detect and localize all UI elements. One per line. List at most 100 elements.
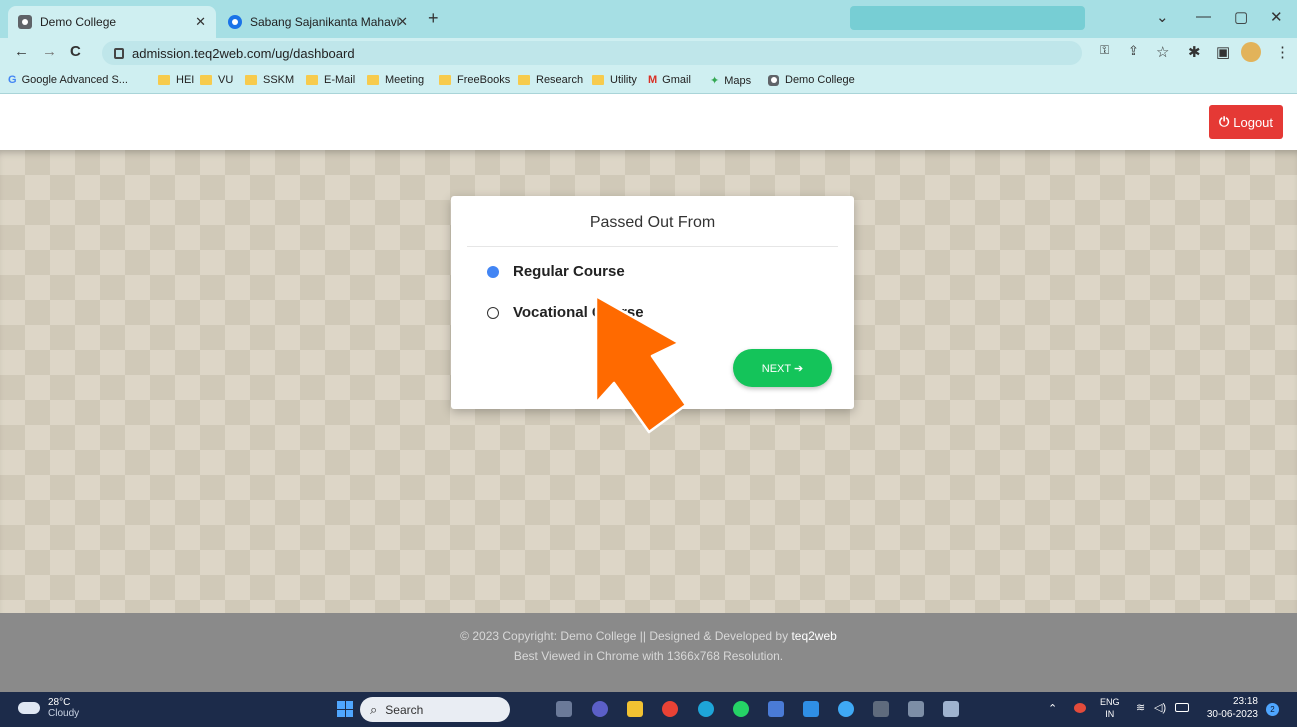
option-label: Regular Course [513, 263, 625, 280]
battery-icon[interactable] [1175, 703, 1189, 712]
bookmark-research[interactable]: Research [518, 74, 583, 86]
tab-title: Demo College [40, 15, 117, 29]
divider [467, 246, 838, 247]
reload-icon[interactable]: C [70, 43, 81, 60]
share-icon[interactable]: ⇪ [1128, 43, 1139, 59]
tray-chevron-icon[interactable]: ⌃ [1048, 702, 1057, 715]
volume-icon[interactable]: ◁) [1154, 701, 1166, 714]
folder-icon [439, 75, 451, 85]
page-header [0, 95, 1297, 150]
radio-selected[interactable] [487, 265, 499, 278]
calculator-icon[interactable] [873, 701, 889, 717]
photos-icon[interactable] [908, 701, 924, 717]
option-label: Vocational Course [513, 304, 644, 321]
tab-close-icon[interactable]: ✕ [195, 14, 206, 30]
chrome-icon[interactable] [662, 701, 678, 717]
option-regular-course[interactable]: Regular Course [487, 263, 625, 280]
notepad-icon[interactable] [943, 701, 959, 717]
new-tab-button[interactable]: + [428, 8, 439, 29]
weather-temp: 28°C [48, 697, 71, 708]
passed-out-from-card: Passed Out From Regular Course Vocationa… [451, 196, 854, 409]
forward-icon[interactable]: → [42, 43, 57, 60]
store-icon[interactable] [768, 701, 784, 717]
option-vocational-course[interactable]: Vocational Course [487, 304, 644, 321]
page-footer: © 2023 Copyright: Demo College || Design… [0, 613, 1297, 692]
site-favicon-icon [18, 15, 32, 29]
url-text: admission.teq2web.com/ug/dashboard [132, 45, 355, 61]
tab-title: Sabang Sajanikanta Mahavidyala [250, 15, 400, 29]
weather-widget[interactable]: 28°C Cloudy [18, 697, 79, 719]
bookmark-google[interactable]: G Google Advanced S... [8, 74, 128, 86]
site-favicon-icon [768, 74, 779, 86]
extensions-icon[interactable]: ✱ [1188, 43, 1201, 61]
logout-label: Logout [1233, 114, 1274, 130]
star-icon[interactable]: ☆ [1156, 43, 1169, 61]
meet-icon[interactable] [592, 701, 608, 717]
card-title: Passed Out From [589, 214, 716, 231]
toolbar-overlay [850, 6, 1085, 30]
next-button[interactable]: NEXT ➔ [733, 349, 832, 387]
browser-tab-strip: Demo College ✕ Sabang Sajanikanta Mahavi… [0, 0, 1297, 38]
minimize-icon[interactable]: — [1196, 8, 1211, 25]
windows-start-icon[interactable] [337, 701, 353, 717]
bookmark-demo-college[interactable]: Demo College [768, 74, 855, 86]
folder-icon [245, 75, 257, 85]
chrome-profile-icon[interactable] [838, 701, 854, 717]
notification-badge[interactable]: 2 [1266, 703, 1279, 716]
bookmark-vu[interactable]: VU [200, 74, 233, 86]
resolution-note: Best Viewed in Chrome with 1366x768 Reso… [513, 649, 784, 663]
app-icon[interactable] [803, 701, 819, 717]
bookmark-freebooks[interactable]: FreeBooks [439, 74, 510, 86]
url-bar[interactable]: admission.teq2web.com/ug/dashboard [102, 41, 1082, 65]
radio-unselected[interactable] [487, 306, 499, 319]
tab-search-icon[interactable]: ⌄ [1156, 8, 1169, 26]
folder-icon [306, 75, 318, 85]
key-icon[interactable]: ⚿ [1100, 43, 1109, 58]
bookmark-maps[interactable]: ✦ Maps [710, 74, 751, 88]
maps-icon: ✦ [710, 75, 720, 87]
close-window-icon[interactable]: ✕ [1270, 8, 1283, 26]
tab-sabang[interactable]: Sabang Sajanikanta Mahavidyala ✕ [218, 6, 418, 38]
gmail-icon: M [648, 74, 658, 86]
wifi-icon[interactable]: ≋ [1136, 701, 1145, 714]
folder-icon [592, 75, 604, 85]
maximize-icon[interactable]: ▢ [1234, 8, 1248, 26]
power-icon: ⏻ [1218, 114, 1230, 129]
menu-icon[interactable]: ⋮ [1275, 43, 1290, 61]
folder-icon [367, 75, 379, 85]
site-favicon-icon [228, 15, 242, 29]
copyright-line: © 2023 Copyright: Demo College || Design… [460, 629, 837, 643]
windows-taskbar: 28°C Cloudy ⌕ Search ⌃ ENG IN ≋ ◁) 23:18… [0, 692, 1297, 727]
side-panel-icon[interactable]: ▣ [1216, 43, 1230, 61]
edge-icon[interactable] [698, 701, 714, 717]
task-view-icon[interactable] [556, 701, 572, 717]
bookmark-sskm[interactable]: SSKM [245, 74, 294, 86]
whatsapp-icon[interactable] [733, 701, 749, 717]
bookmark-email[interactable]: E-Mail [306, 74, 355, 86]
avatar[interactable] [1241, 42, 1261, 62]
bookmark-meeting[interactable]: Meeting [367, 74, 424, 86]
folder-icon [200, 75, 212, 85]
address-bar-row: ← → C admission.teq2web.com/ug/dashboard… [0, 38, 1297, 68]
weather-desc: Cloudy [48, 708, 80, 719]
taskbar-search[interactable]: ⌕ Search [360, 697, 510, 722]
bookmark-hei[interactable]: HEI [158, 74, 194, 86]
cloud-icon [18, 702, 40, 714]
bookmark-gmail[interactable]: M Gmail [648, 74, 691, 86]
tab-demo-college[interactable]: Demo College ✕ [8, 6, 216, 38]
search-icon: ⌕ [370, 701, 378, 717]
clock[interactable]: 23:18 30-06-2023 [1198, 695, 1258, 721]
bookmarks-bar: G Google Advanced S... HEI VU SSKM E-Mail… [0, 68, 1297, 94]
developer-link[interactable]: teq2web [791, 629, 836, 643]
folder-icon [518, 75, 530, 85]
language-indicator[interactable]: ENG IN [1100, 696, 1120, 720]
next-label: NEXT ➔ [761, 362, 804, 375]
logout-button[interactable]: ⏻ Logout [1209, 105, 1283, 139]
search-label: Search [385, 702, 424, 717]
file-explorer-icon[interactable] [627, 701, 643, 717]
folder-icon [158, 75, 170, 85]
tray-app-icon[interactable] [1074, 703, 1086, 713]
back-icon[interactable]: ← [14, 43, 29, 60]
bookmark-utility[interactable]: Utility [592, 74, 637, 86]
tab-close-icon[interactable]: ✕ [397, 14, 408, 30]
